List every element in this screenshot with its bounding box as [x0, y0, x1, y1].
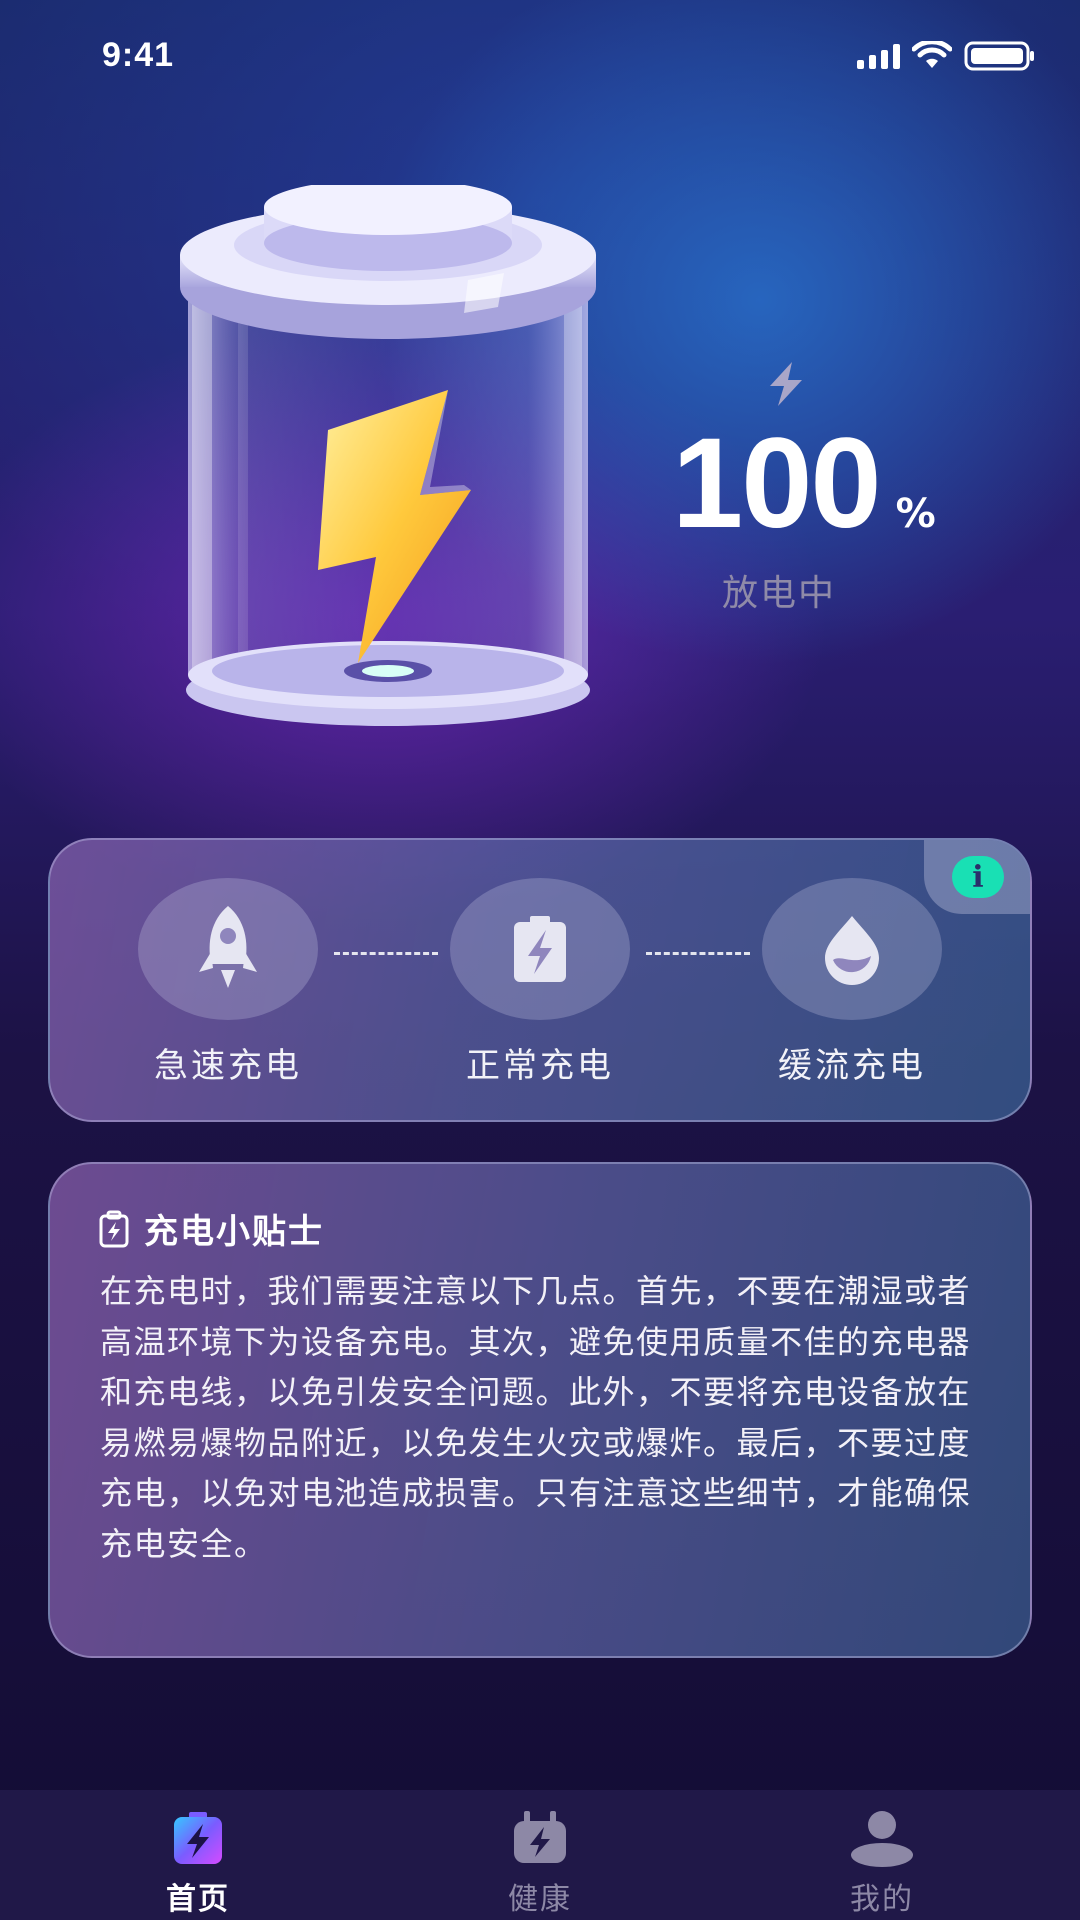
- bottom-nav: 首页 健康 我的: [0, 1790, 1080, 1920]
- charger-icon: [514, 1811, 566, 1863]
- mode-label: 缓流充电: [778, 1046, 926, 1086]
- percent-unit: %: [895, 491, 936, 537]
- info-icon[interactable]: i: [952, 856, 1004, 898]
- battery-illustration: [180, 185, 596, 726]
- mode-icon-circle: [762, 878, 942, 1020]
- mode-label: 正常充电: [466, 1046, 614, 1086]
- battery-clipboard-icon: [99, 1210, 129, 1247]
- nav-label: 健康: [508, 1882, 572, 1917]
- status-time: 9:41: [102, 36, 175, 74]
- rocket-icon: [199, 906, 257, 988]
- mode-connector: [646, 952, 750, 955]
- percent-value: 100: [672, 412, 882, 555]
- nav-label: 我的: [850, 1882, 914, 1917]
- tips-body: 在充电时，我们需要注意以下几点。首先，不要在潮湿或者高温环境下为设备充电。其次，…: [100, 1272, 972, 1563]
- battery-percentage: 100 %: [672, 420, 936, 548]
- nav-label: 首页: [166, 1882, 230, 1917]
- mode-icon-circle: [450, 878, 630, 1020]
- signal-icon: [857, 43, 900, 69]
- mode-fast-charge[interactable]: 急速充电: [138, 878, 318, 1086]
- mode-normal-charge[interactable]: 正常充电: [450, 878, 630, 1086]
- charging-tips-card: 充电小贴士 在充电时，我们需要注意以下几点。首先，不要在潮湿或者高温环境下为设备…: [48, 1162, 1032, 1658]
- water-drop-icon: [825, 916, 879, 985]
- tips-header: 充电小贴士: [98, 1204, 324, 1253]
- mode-trickle-charge[interactable]: 缓流充电: [762, 878, 942, 1086]
- nav-item-mine[interactable]: 我的: [782, 1808, 982, 1918]
- battery-icon: [964, 41, 1034, 71]
- home-bolt-icon: [174, 1812, 222, 1864]
- mode-icon-circle: [138, 878, 318, 1020]
- user-icon: [851, 1811, 913, 1867]
- status-icons: [857, 40, 1036, 72]
- mode-label: 急速充电: [154, 1046, 302, 1086]
- nav-item-home[interactable]: 首页: [98, 1808, 298, 1918]
- battery-bolt-icon: [514, 916, 566, 982]
- charge-status: 放电中: [722, 573, 837, 614]
- wifi-icon: [912, 41, 952, 68]
- charge-mode-card: i 急速充电 正常充电 缓流充电: [48, 838, 1032, 1122]
- tips-title: 充电小贴士: [144, 1212, 324, 1252]
- bolt-icon: [770, 362, 802, 406]
- mode-connector: [334, 952, 438, 955]
- nav-item-health[interactable]: 健康: [440, 1808, 640, 1918]
- status-bar: 9:41: [0, 0, 1080, 110]
